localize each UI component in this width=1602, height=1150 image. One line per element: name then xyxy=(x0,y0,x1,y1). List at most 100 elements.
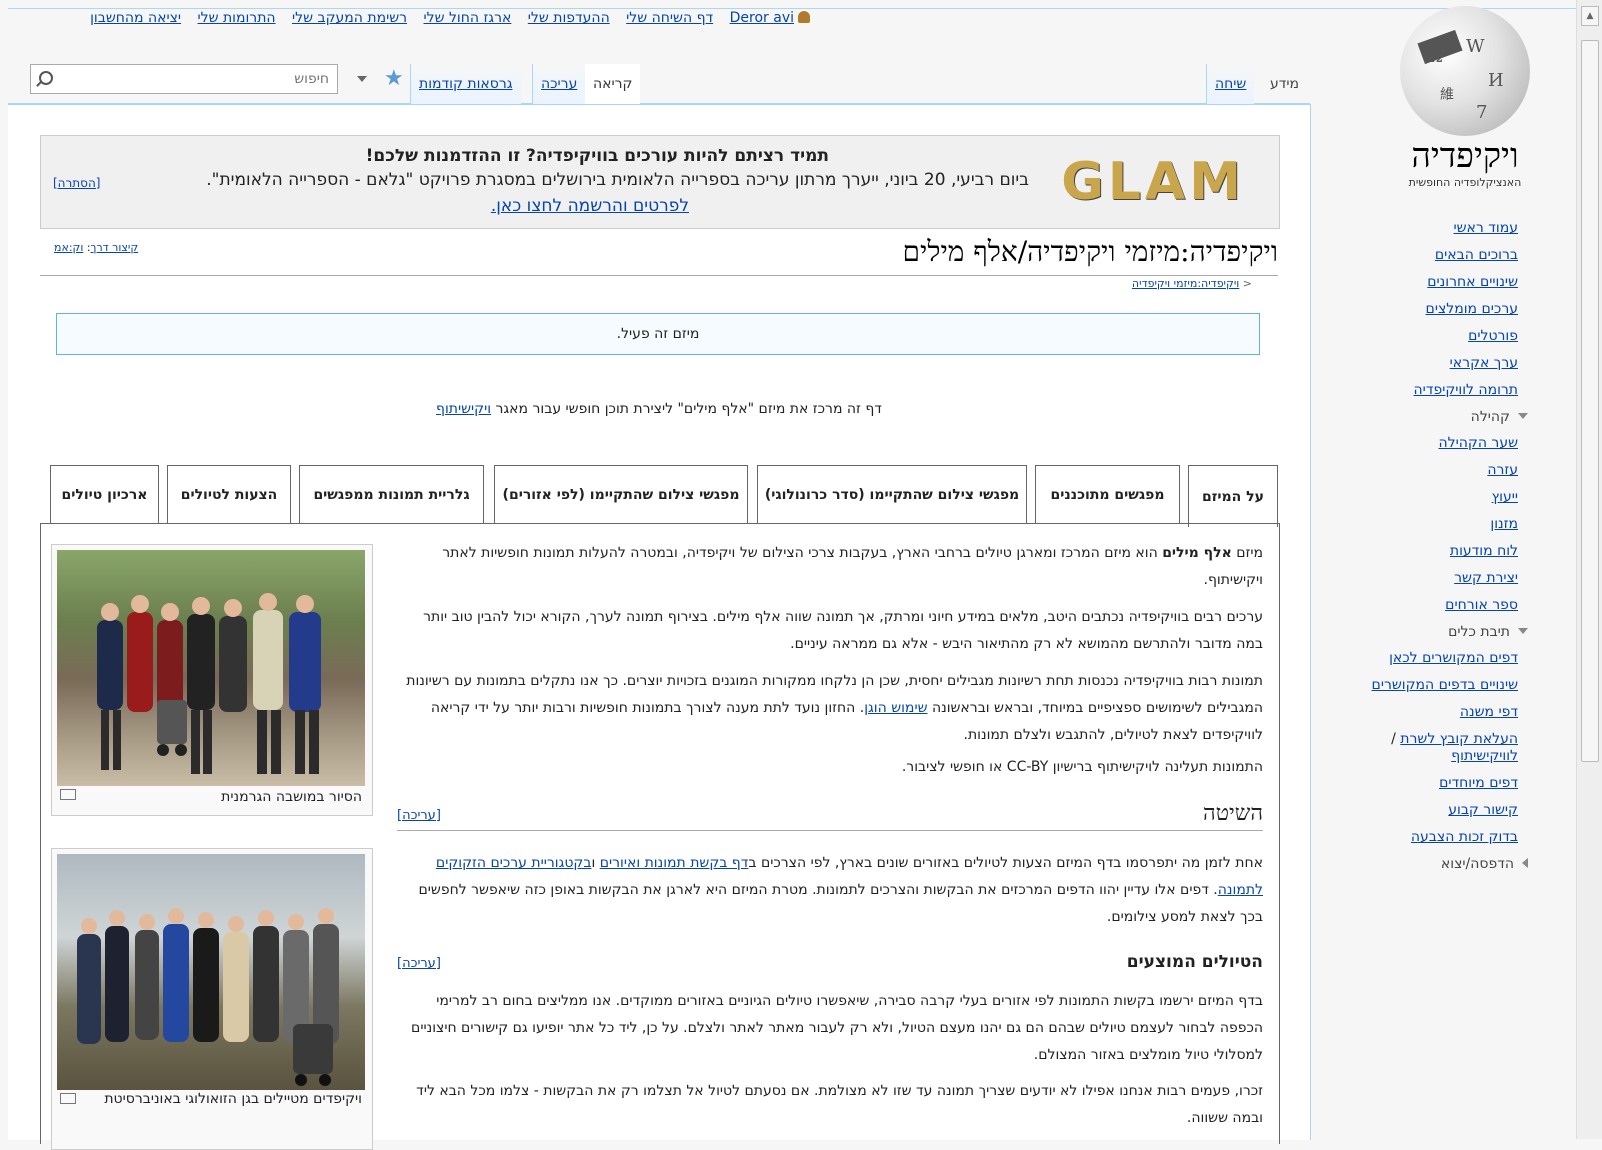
my-talk-link[interactable]: דף השיחה שלי xyxy=(626,10,713,26)
edit-section-link[interactable]: [עריכה] xyxy=(397,808,441,823)
heading-rule xyxy=(397,830,1263,831)
search-box xyxy=(30,64,338,94)
sidebar-item-related-changes[interactable]: שינויים בדפים המקושרים xyxy=(1318,677,1518,694)
banner-hide-link[interactable]: [הסתרה] xyxy=(53,176,101,190)
sidebar-item-featured[interactable]: ערכים מומלצים xyxy=(1318,301,1518,318)
subtab-archive[interactable]: ארכיון טיולים xyxy=(50,465,159,523)
sidebar-item-notice-board[interactable]: לוח מודעות xyxy=(1318,543,1518,560)
thumbnail: הסיור במושבה הגרמנית xyxy=(51,544,373,816)
user-link[interactable]: Deror avi xyxy=(730,10,794,26)
scrollbar[interactable]: ▲ xyxy=(1576,0,1602,1139)
watch-star-icon[interactable]: ★ xyxy=(384,66,404,91)
my-watchlist-link[interactable]: רשימת המעקב שלי xyxy=(292,10,407,26)
breadcrumb-separator: < xyxy=(1242,277,1252,290)
wikipedia-globe-icon: ΩWИ維7 xyxy=(1400,6,1530,136)
tab-namespace-info[interactable]: מידע xyxy=(1262,64,1307,104)
sidebar-item-guestbook[interactable]: ספר אורחים xyxy=(1318,597,1518,614)
tab-talk[interactable]: שיחה xyxy=(1206,64,1255,104)
paragraph-licenses: תמונות רבות בוויקיפדיה נכנסות תחת רשיונו… xyxy=(397,668,1263,749)
sidebar-item-random[interactable]: ערך אקראי xyxy=(1318,355,1518,372)
site-logo[interactable]: ΩWИ維7 ויקיפדיה האנציקלופדיה החופשית xyxy=(1370,6,1560,189)
sidebar-item-help[interactable]: עזרה xyxy=(1318,462,1518,479)
subtab-planned[interactable]: מפגשים מתוכננים xyxy=(1035,465,1180,523)
expand-arrow-icon xyxy=(1522,858,1528,868)
community-heading[interactable]: קהילה xyxy=(1318,409,1538,425)
search-icon[interactable] xyxy=(39,71,53,85)
p5-end: . דפים אלו עדיין יהוו הדפים המרכזים את ה… xyxy=(418,882,1263,925)
sidebar-item-subpages[interactable]: דפי משנה xyxy=(1318,704,1518,721)
shortcut-value[interactable]: וק:אמ xyxy=(54,241,83,254)
scroll-up-arrow-icon[interactable]: ▲ xyxy=(1581,6,1599,26)
tab-history[interactable]: גרסאות קודמות xyxy=(410,64,521,104)
upload-separator: / xyxy=(1391,731,1401,747)
intro-text: דף זה מרכז את מיזם "אלף מילים" ליצירת תו… xyxy=(491,401,882,417)
logout-link[interactable]: יציאה מהחשבון xyxy=(90,10,181,26)
thumbnail-caption: ויקיפדים מטיילים בגן הזואולוגי באוניברסי… xyxy=(104,1091,362,1107)
personal-tools: Deror avi דף השיחה שלי ההעדפות שלי ארגז … xyxy=(30,10,810,26)
sidebar-item-main-page[interactable]: עמוד ראשי xyxy=(1318,220,1519,237)
breadcrumb-link[interactable]: ויקיפדיה:מיזמי ויקיפדיה xyxy=(1132,277,1239,290)
logo-tagline: האנציקלופדיה החופשית xyxy=(1408,176,1522,189)
sidebar-item-permalink[interactable]: קישור קבוע xyxy=(1318,802,1518,819)
collapse-arrow-icon xyxy=(1518,413,1528,419)
sidebar-item-donate[interactable]: תרומה לוויקיפדיה xyxy=(1318,382,1518,399)
group-photo-2[interactable] xyxy=(57,854,365,1090)
paragraph-intro: מיזם אלף מילים הוא מיזם המרכז ומארגן טיו… xyxy=(397,540,1263,594)
sidebar-item-special-pages[interactable]: דפים מיוחדים xyxy=(1318,775,1518,792)
shortcut-label[interactable]: קיצור דרך xyxy=(91,241,139,254)
sidebar-item-welcome[interactable]: ברוכים הבאים xyxy=(1318,247,1518,264)
subtab-about[interactable]: על המיזם xyxy=(1188,465,1278,527)
p1-end: הוא מיזם המרכז ומארגן טיולים ברחבי הארץ,… xyxy=(442,545,1263,588)
logo-title: ויקיפדיה xyxy=(1411,136,1519,176)
sidebar-item-village-pump[interactable]: מזנון xyxy=(1318,516,1518,533)
subtab-suggestions[interactable]: הצעות לטיולים xyxy=(167,465,291,523)
subtab-gallery[interactable]: גלריית תמונות ממפגשים xyxy=(299,465,484,523)
enlarge-icon[interactable] xyxy=(60,1093,76,1104)
group-photo-1[interactable] xyxy=(57,550,365,786)
scroll-thumb[interactable] xyxy=(1581,40,1599,762)
paragraph-remember: זכרו, פעמים רבות אנחנו אפילו לא יודעים ש… xyxy=(416,1083,1263,1126)
glam-logo: GLAM xyxy=(1061,152,1245,212)
sidebar-item-recent-changes[interactable]: שינויים אחרונים xyxy=(1318,274,1518,291)
sidebar: עמוד ראשי ברוכים הבאים שינויים אחרונים ע… xyxy=(1318,220,1538,882)
print-export-label: הדפסה/יצוא xyxy=(1440,856,1514,872)
status-box: מיזם זה פעיל. xyxy=(56,313,1260,355)
sidebar-item-contact[interactable]: יצירת קשר xyxy=(1318,570,1518,587)
sidebar-item-advice[interactable]: ייעוץ xyxy=(1318,489,1518,506)
sidebar-item-portals[interactable]: פורטלים xyxy=(1318,328,1518,345)
heading-method: השיטה xyxy=(1203,801,1263,826)
search-input[interactable] xyxy=(77,65,331,93)
page-title: ויקיפדיה:מיזמי ויקיפדיה/אלף מילים xyxy=(902,235,1278,268)
subtab-chronological[interactable]: מפגשי צילום שהתקיימו (סדר כרונולוגי) xyxy=(757,465,1027,523)
p5-start: אחת לזמן מה יתפרסמו בדף המיזם הצעות לטיו… xyxy=(748,855,1263,871)
title-divider xyxy=(40,275,1278,276)
breadcrumb: < ויקיפדיה:מיזמי ויקיפדיה xyxy=(1132,277,1252,290)
image-requests-link[interactable]: דף בקשת תמונות ואיורים xyxy=(600,855,749,871)
paragraph-license-note: התמונות תעלינה לויקישיתוף ברישיון CC-BY … xyxy=(901,759,1263,775)
upload-commons-link[interactable]: לוויקישיתוף xyxy=(1451,748,1518,764)
fair-use-link[interactable]: שימוש הוגן xyxy=(864,700,927,716)
print-export-heading[interactable]: הדפסה/יצוא xyxy=(1318,856,1538,872)
upload-link[interactable]: העלאת קובץ לשרת xyxy=(1400,731,1518,747)
sidebar-item-community-portal[interactable]: שער הקהילה xyxy=(1318,435,1519,452)
more-actions-dropdown-icon[interactable] xyxy=(357,76,367,82)
tab-read[interactable]: קריאה xyxy=(584,64,641,105)
sidebar-item-check-vote[interactable]: בדוק זכות הצבעה xyxy=(1318,829,1518,846)
project-name: אלף מילים xyxy=(1162,545,1232,561)
shortcut-box: קיצור דרך: וק:אמ xyxy=(54,241,139,254)
heading-suggested-trips: הטיולים המוצעים xyxy=(1126,952,1263,972)
my-sandbox-link[interactable]: ארגז החול שלי xyxy=(423,10,511,26)
site-notice-banner: GLAM תמיד רציתם להיות עורכים בוויקיפדיה?… xyxy=(40,135,1280,229)
content-area: GLAM תמיד רציתם להיות עורכים בוויקיפדיה?… xyxy=(8,104,1311,1150)
edit-section-link[interactable]: [עריכה] xyxy=(397,956,441,971)
enlarge-icon[interactable] xyxy=(60,789,76,800)
tab-edit[interactable]: עריכה xyxy=(532,64,586,104)
sidebar-item-what-links-here[interactable]: דפים המקושרים לכאן xyxy=(1318,650,1518,667)
my-preferences-link[interactable]: ההעדפות שלי xyxy=(528,10,610,26)
subtab-by-region[interactable]: מפגשי צילום שהתקיימו (לפי אזורים) xyxy=(494,465,748,523)
commons-link[interactable]: ויקישיתוף xyxy=(436,401,491,417)
top-border xyxy=(8,8,1576,9)
toolbox-heading[interactable]: תיבת כלים xyxy=(1318,624,1538,640)
my-contributions-link[interactable]: התרומות שלי xyxy=(198,10,276,26)
banner-register-link[interactable]: לפרטים והרשמה לחצו כאן. xyxy=(491,196,689,216)
